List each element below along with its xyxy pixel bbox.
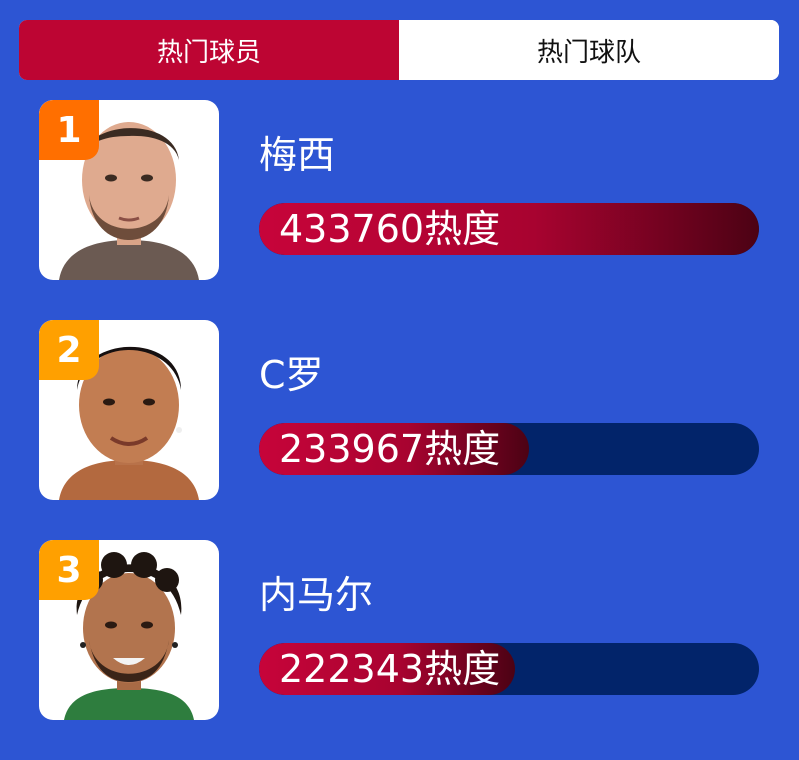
rank-badge: 1 bbox=[39, 100, 99, 160]
heat-value: 433760热度 bbox=[279, 203, 500, 255]
heat-value: 233967热度 bbox=[279, 423, 500, 475]
player-name: C罗 bbox=[259, 353, 324, 397]
player-row[interactable]: 1 梅西 433760热度 bbox=[39, 100, 759, 280]
tab-hot-players-label: 热门球员 bbox=[156, 37, 261, 68]
heat-bar: 222343热度 bbox=[259, 643, 759, 695]
heat-bar: 233967热度 bbox=[259, 423, 759, 475]
heat-value: 222343热度 bbox=[279, 643, 500, 695]
heat-unit: 热度 bbox=[424, 207, 501, 251]
player-photo: 1 bbox=[39, 100, 219, 280]
rank-badge: 3 bbox=[39, 540, 99, 600]
tab-hot-teams-label: 热门球队 bbox=[536, 37, 641, 68]
heat-number: 433760 bbox=[279, 207, 425, 251]
tab-bar: 热门球员 热门球队 bbox=[19, 20, 779, 80]
tab-hot-teams[interactable]: 热门球队 bbox=[399, 20, 779, 80]
heat-number: 222343 bbox=[279, 647, 425, 691]
player-name: 内马尔 bbox=[259, 573, 374, 617]
rank-number: 1 bbox=[56, 109, 82, 151]
rank-badge: 2 bbox=[39, 320, 99, 380]
player-photo: 2 bbox=[39, 320, 219, 500]
player-row[interactable]: 2 C罗 233967热度 bbox=[39, 320, 759, 500]
heat-bar: 433760热度 bbox=[259, 203, 759, 255]
heat-number: 233967 bbox=[279, 427, 425, 471]
rank-number: 3 bbox=[56, 549, 82, 591]
heat-unit: 热度 bbox=[424, 427, 501, 471]
rank-number: 2 bbox=[56, 329, 82, 371]
player-photo: 3 bbox=[39, 540, 219, 720]
heat-unit: 热度 bbox=[424, 647, 501, 691]
player-row[interactable]: 3 内马尔 222343热度 bbox=[39, 540, 759, 720]
tab-hot-players[interactable]: 热门球员 bbox=[19, 20, 399, 80]
player-name: 梅西 bbox=[259, 133, 336, 177]
